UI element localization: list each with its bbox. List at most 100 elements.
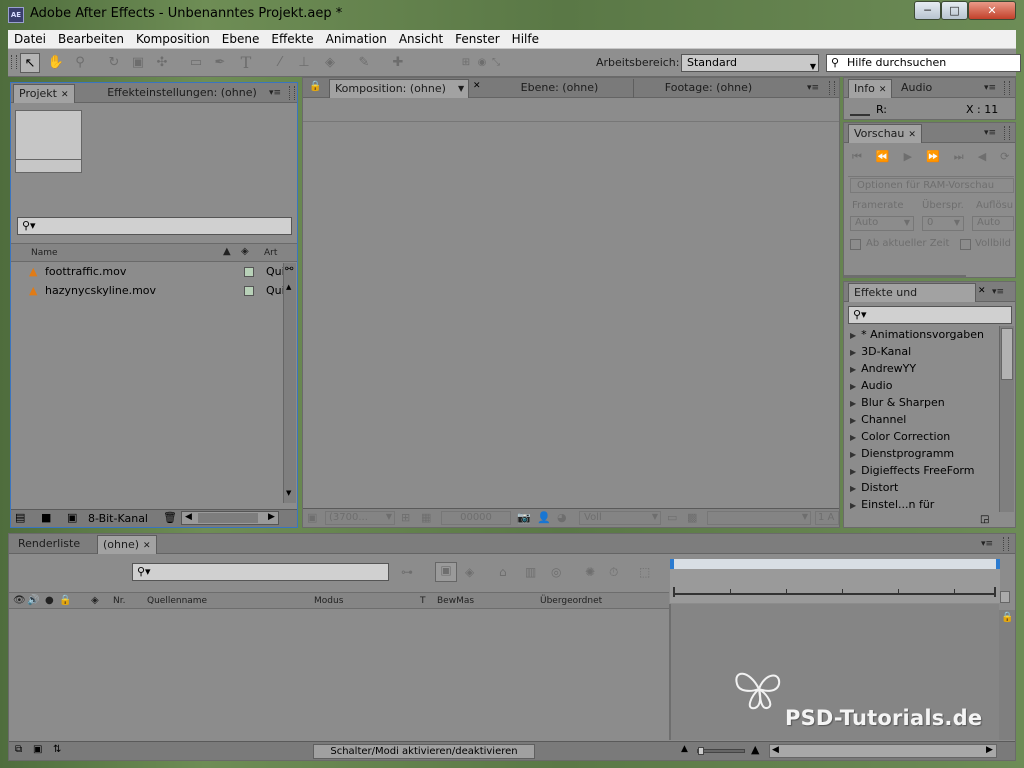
comp-marker-bin-icon[interactable] [1000, 591, 1010, 603]
expand-triangle-icon[interactable]: ▶ [850, 416, 856, 425]
zoom-in-mountain-icon[interactable]: ▲ [751, 743, 759, 756]
effect-category[interactable]: ▶Einstel...n für Expressions [850, 498, 999, 512]
auto-keyframe-icon[interactable]: ⏱ [609, 565, 618, 580]
hand-tool-icon[interactable]: ✋ [46, 53, 66, 73]
expand-triangle-icon[interactable]: ▶ [850, 467, 856, 476]
panel-menu-icon[interactable]: ▾≡ [980, 82, 1000, 94]
panel-menu-icon[interactable]: ▾≡ [977, 538, 997, 550]
view-layout-select[interactable]: 1 A [815, 511, 839, 525]
expand-triangle-icon[interactable]: ▶ [850, 348, 856, 357]
effect-category[interactable]: ▶ Dienstprogramm [850, 447, 954, 460]
scroll-left-icon[interactable]: ◀ [185, 512, 192, 522]
close-icon[interactable]: ✕ [61, 90, 69, 100]
last-frame-icon[interactable]: ⏭ [954, 150, 978, 163]
column-number[interactable]: Nr. [113, 596, 125, 606]
project-vertical-scrollbar[interactable]: ⚯ ▲ ▼ [283, 263, 296, 503]
effect-category[interactable]: ▶ Blur & Sharpen [850, 396, 945, 409]
expand-triangle-icon[interactable]: ▶ [850, 501, 856, 510]
zoom-out-mountain-icon[interactable]: ▲ [681, 744, 688, 754]
tab-render-queue[interactable]: Renderliste [13, 535, 93, 554]
expand-triangle-icon[interactable]: ▶ [850, 484, 856, 493]
close-button[interactable]: ✕ [968, 1, 1016, 20]
column-source-name[interactable]: Quellenname [147, 596, 207, 606]
tab-project[interactable]: Projekt ✕ [13, 84, 75, 103]
layer-switches-icon[interactable]: ⧉ [15, 744, 22, 755]
transparency-grid-icon[interactable]: ▦ [421, 511, 431, 524]
channel-icon[interactable]: ◕ [557, 511, 567, 524]
rotation-tool-icon[interactable]: ↻ [104, 53, 124, 73]
column-parent[interactable]: Übergeordnet [540, 596, 602, 606]
time-ruler[interactable] [670, 559, 1000, 603]
panel-menu-icon[interactable]: ▾≡ [980, 127, 1000, 139]
tab-effect-controls[interactable]: Effekteinstellungen: (ohne) [101, 84, 263, 103]
flowchart-icon[interactable]: ⚯ [285, 264, 293, 275]
timecode-field[interactable]: 00000 [441, 511, 511, 525]
preview-resolution-select[interactable]: Auto [972, 216, 1014, 231]
menu-view[interactable]: Ansicht [393, 30, 449, 49]
next-frame-icon[interactable]: ⏩ [926, 150, 954, 163]
menu-layer[interactable]: Ebene [216, 30, 266, 49]
safe-zones-icon[interactable]: ⊞ [401, 511, 410, 524]
label-tag-icon[interactable]: ◈ [91, 595, 99, 606]
scroll-right-icon[interactable]: ▶ [986, 745, 993, 755]
panel-menu-icon[interactable]: ▾≡ [265, 87, 285, 99]
motion-blur-icon[interactable]: ◎ [551, 565, 561, 579]
region-of-interest-icon[interactable]: ▭ [667, 511, 677, 524]
fullscreen-checkbox[interactable] [960, 239, 971, 250]
help-search-input[interactable]: ⚲ Hilfe durchsuchen [826, 54, 1021, 72]
tab-preview[interactable]: Vorschau ✕ [848, 124, 922, 143]
menu-help[interactable]: Hilfe [506, 30, 545, 49]
expand-triangle-icon[interactable]: ▶ [850, 382, 856, 391]
panel-grip[interactable] [829, 81, 835, 95]
bit-depth-label[interactable]: 8-Bit-Kanal [88, 512, 148, 525]
maximize-button[interactable]: □ [941, 1, 968, 20]
view-axis-icon[interactable]: ⤡ [486, 53, 506, 73]
tab-footage[interactable]: Footage: (ohne) [633, 79, 783, 98]
tab-effects-presets[interactable]: Effekte und Vorgaben [848, 283, 976, 317]
panel-grip[interactable] [1004, 81, 1010, 95]
brush-tool-icon[interactable]: ⁄ [270, 53, 290, 73]
new-preset-icon[interactable]: ◲ [980, 514, 989, 525]
label-color-swatch[interactable] [244, 286, 254, 296]
play-icon[interactable]: ▶ [904, 150, 926, 163]
effect-category[interactable]: ▶ Distort [850, 481, 898, 494]
column-type[interactable]: Art [264, 248, 277, 258]
effect-category[interactable]: ▶ 3D-Kanal [850, 345, 911, 358]
framerate-select[interactable]: Auto ▼ [850, 216, 914, 231]
scroll-right-icon[interactable]: ▶ [268, 512, 275, 522]
effect-category[interactable]: ▶ Color Correction [850, 430, 950, 443]
snapshot-icon[interactable]: 📷 [517, 511, 531, 524]
clone-stamp-tool-icon[interactable]: ⊥ [294, 53, 314, 73]
first-frame-icon[interactable]: ⏮ [852, 150, 876, 163]
panel-grip[interactable] [1003, 537, 1009, 551]
panel-grip[interactable] [289, 86, 295, 100]
from-current-time-checkbox[interactable] [850, 239, 861, 250]
draft-3d-icon[interactable]: ◈ [465, 565, 474, 579]
label-tag-icon[interactable]: ◈ [241, 246, 249, 257]
close-icon[interactable]: ✕ [978, 286, 986, 296]
layer-list-area[interactable] [9, 610, 669, 740]
scroll-thumb[interactable] [1001, 328, 1013, 380]
menu-file[interactable]: Datei [8, 30, 52, 49]
timeline-zoom-slider[interactable] [697, 747, 745, 755]
zoom-slider-thumb[interactable] [698, 747, 704, 755]
magnification-select[interactable]: (3700... ▼ [325, 511, 395, 525]
close-icon[interactable]: ✕ [143, 541, 151, 551]
menu-effects[interactable]: Effekte [265, 30, 319, 49]
roto-brush-tool-icon[interactable]: ✎ [354, 53, 374, 73]
column-mode[interactable]: Modus [314, 596, 343, 606]
timeline-search-input[interactable]: ⚲▾ [132, 563, 389, 581]
close-icon[interactable]: ✕ [908, 130, 916, 140]
interpret-footage-icon[interactable]: ▤ [15, 511, 25, 524]
always-preview-icon[interactable]: ▣ [307, 511, 317, 524]
scroll-up-icon[interactable]: ▲ [286, 283, 291, 291]
menu-window[interactable]: Fenster [449, 30, 506, 49]
zoom-tool-icon[interactable]: ⚲ [70, 53, 90, 73]
minimize-button[interactable]: ─ [914, 1, 941, 20]
camera-tool-icon[interactable]: ▣ [128, 53, 148, 73]
mute-audio-icon[interactable]: ◀ [978, 150, 1000, 163]
camera-view-select[interactable]: ▼ [707, 511, 811, 525]
scroll-down-icon[interactable]: ▼ [286, 489, 291, 497]
menu-animation[interactable]: Animation [320, 30, 393, 49]
effects-vertical-scrollbar[interactable] [999, 326, 1014, 512]
